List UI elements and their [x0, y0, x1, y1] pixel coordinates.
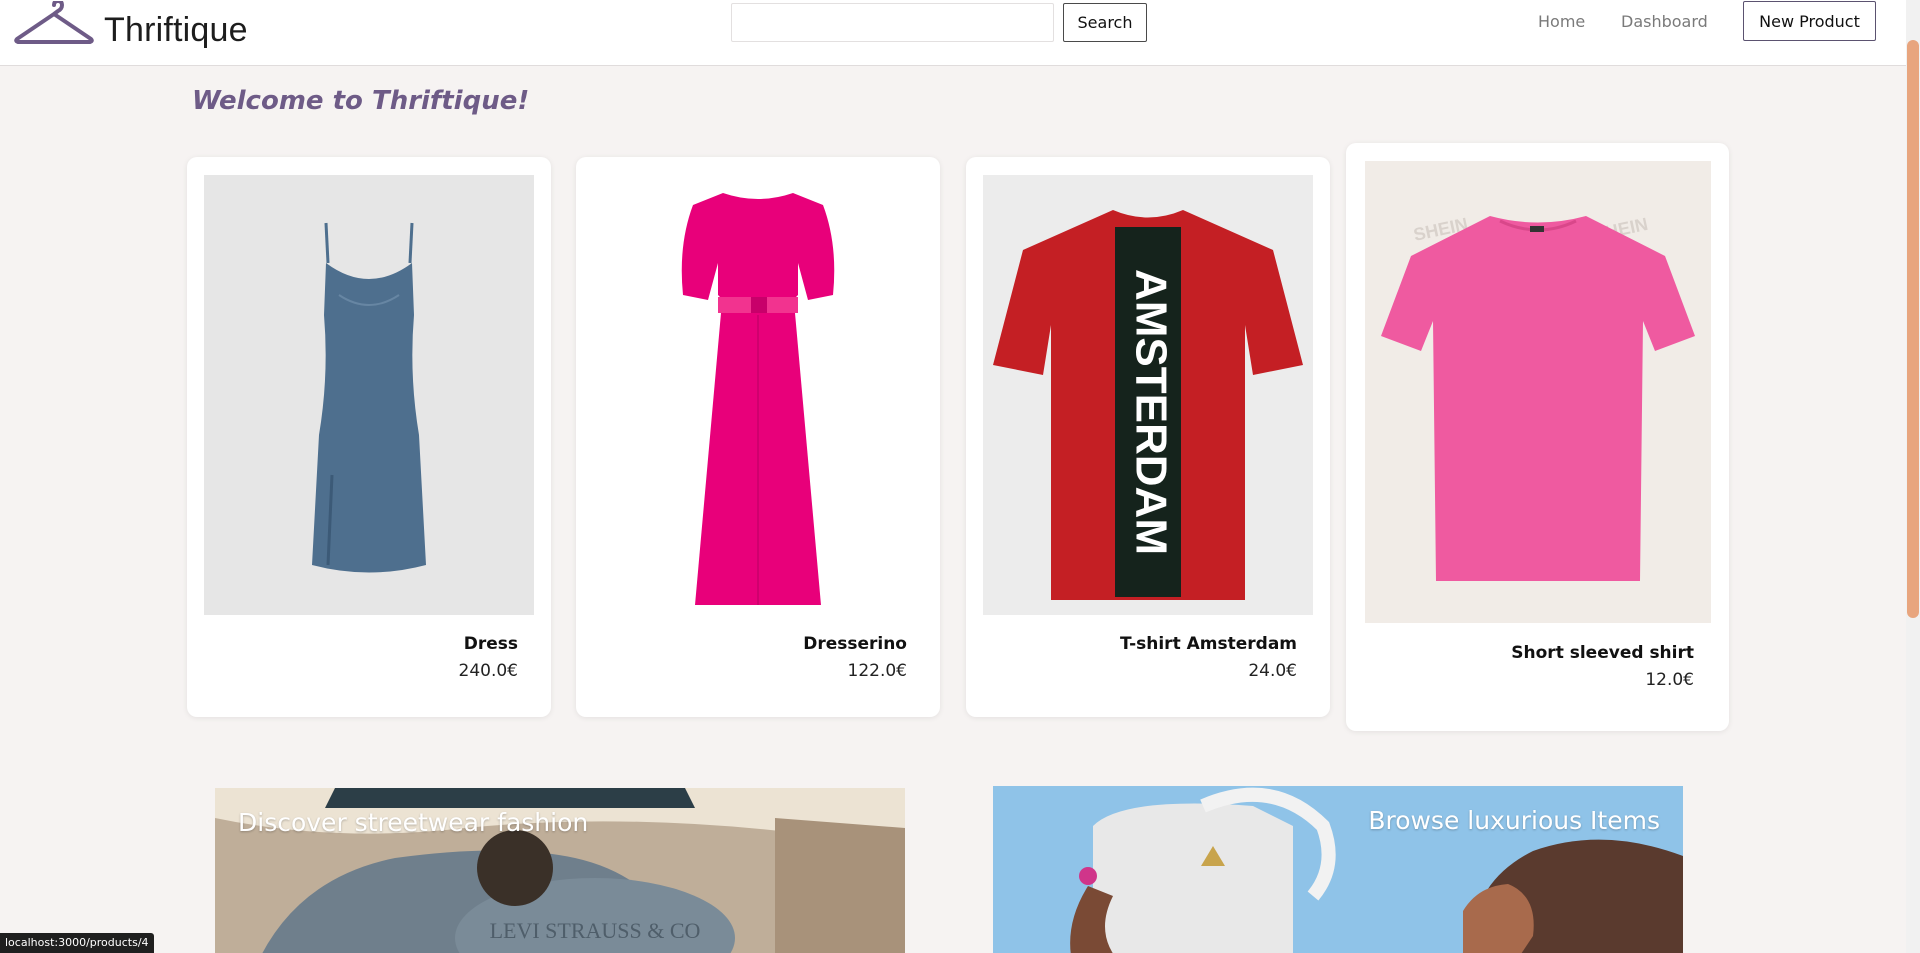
- product-price: 122.0€: [847, 661, 907, 681]
- product-image-tshirt-amsterdam: AMSTERDAM: [983, 175, 1313, 615]
- product-price: 12.0€: [1645, 670, 1694, 690]
- hanger-logo-icon: [14, 1, 94, 44]
- brand-link[interactable]: Thriftique: [14, 0, 248, 52]
- welcome-heading: Welcome to Thriftique!: [192, 86, 530, 116]
- product-image-dress: [204, 175, 534, 615]
- streetwear-banner[interactable]: LEVI STRAUSS & CO Discover streetwear fa…: [215, 788, 905, 953]
- new-product-button[interactable]: New Product: [1743, 1, 1876, 41]
- product-price: 240.0€: [458, 661, 518, 681]
- banner-title: Discover streetwear fashion: [238, 808, 589, 837]
- product-name: Short sleeved shirt: [1511, 643, 1694, 663]
- product-name: Dresserino: [803, 634, 907, 654]
- status-url-bar: localhost:3000/products/4: [0, 933, 154, 953]
- product-card[interactable]: SHEIN SHEIN Short sleeved shirt 12.0€: [1346, 143, 1729, 731]
- tshirt-print-text: AMSTERDAM: [1126, 269, 1175, 555]
- scrollbar-thumb[interactable]: [1907, 40, 1919, 618]
- luxury-banner[interactable]: Browse luxurious Items: [993, 786, 1683, 953]
- product-name: Dress: [463, 634, 518, 654]
- brand-name: Thriftique: [104, 10, 248, 49]
- nav-home-link[interactable]: Home: [1538, 12, 1585, 31]
- product-card[interactable]: AMSTERDAM T-shirt Amsterdam 24.0€: [966, 157, 1330, 717]
- banner-title: Browse luxurious Items: [1368, 806, 1660, 835]
- product-name: T-shirt Amsterdam: [1119, 634, 1297, 654]
- product-image-dresserino: [593, 175, 923, 615]
- product-price: 24.0€: [1248, 661, 1297, 681]
- svg-text:LEVI STRAUSS & CO: LEVI STRAUSS & CO: [490, 918, 701, 943]
- product-card[interactable]: Dresserino 122.0€: [576, 157, 940, 717]
- product-image-short-sleeved-shirt: SHEIN SHEIN: [1365, 161, 1711, 623]
- navbar: Thriftique Search Home Dashboard New Pro…: [0, 0, 1906, 66]
- search-input[interactable]: [731, 3, 1054, 42]
- product-card[interactable]: Dress 240.0€: [187, 157, 551, 717]
- nav-dashboard-link[interactable]: Dashboard: [1621, 12, 1708, 31]
- search-button[interactable]: Search: [1063, 3, 1147, 42]
